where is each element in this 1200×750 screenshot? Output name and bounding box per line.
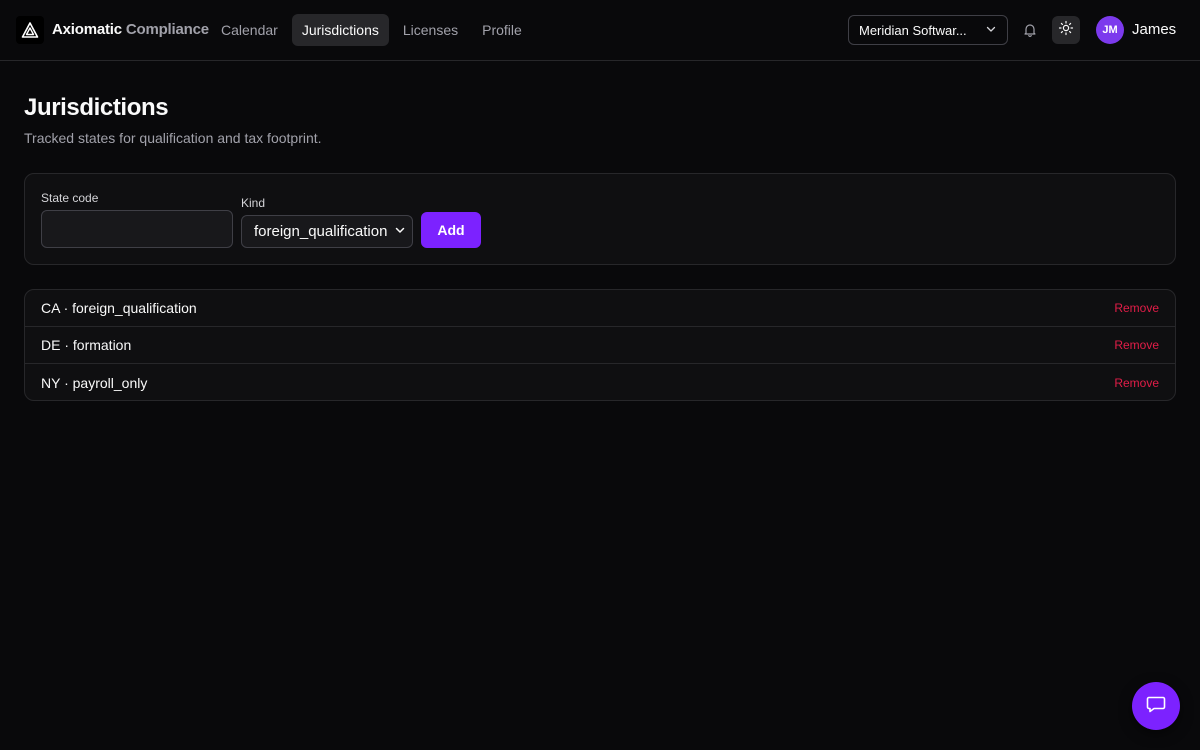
sun-icon (1058, 20, 1074, 41)
avatar[interactable]: JM (1096, 16, 1124, 44)
list-item: NY · payroll_only Remove (25, 364, 1175, 400)
organization-select-value: Meridian Softwar... (859, 22, 967, 38)
nav-profile[interactable]: Profile (472, 14, 532, 46)
kind-select-value: foreign_qualification (254, 223, 388, 240)
remove-button[interactable]: Remove (1114, 301, 1159, 315)
nav-calendar[interactable]: Calendar (211, 14, 288, 46)
chat-bubble-icon (1145, 693, 1167, 720)
organization-select[interactable]: Meridian Softwar... (848, 15, 1008, 45)
jurisdiction-label: CA · foreign_qualification (41, 300, 197, 316)
chat-button[interactable] (1132, 682, 1180, 730)
remove-button[interactable]: Remove (1114, 338, 1159, 352)
chevron-down-icon (985, 23, 997, 38)
remove-button[interactable]: Remove (1114, 376, 1159, 390)
add-jurisdiction-form: State code Kind foreign_qualification Ad… (24, 173, 1176, 265)
jurisdiction-label: DE · formation (41, 337, 132, 353)
main-nav: Calendar Jurisdictions Licenses Profile (211, 14, 532, 46)
brand-primary: Axiomatic (52, 21, 122, 38)
state-code-label: State code (41, 191, 99, 205)
list-item: DE · formation Remove (25, 327, 1175, 364)
chevron-down-icon (394, 223, 406, 240)
kind-select[interactable]: foreign_qualification (241, 215, 413, 248)
brand-secondary: Compliance (125, 21, 209, 38)
nav-jurisdictions[interactable]: Jurisdictions (291, 14, 389, 46)
jurisdiction-list: CA · foreign_qualification Remove DE · f… (24, 289, 1176, 401)
top-navigation-bar: Axiomatic Compliance Calendar Jurisdicti… (0, 0, 1200, 61)
kind-label: Kind (241, 196, 266, 210)
bell-icon[interactable] (1018, 18, 1042, 42)
triangle-logo-icon[interactable] (16, 16, 44, 44)
page-title: Jurisdictions (24, 94, 169, 121)
jurisdiction-label: NY · payroll_only (41, 374, 148, 391)
add-button[interactable]: Add (421, 212, 481, 248)
nav-licenses[interactable]: Licenses (393, 14, 468, 46)
brand-name[interactable]: Axiomatic Compliance (52, 21, 209, 38)
user-name[interactable]: James (1132, 21, 1176, 38)
list-item: CA · foreign_qualification Remove (25, 290, 1175, 327)
state-code-input[interactable] (41, 210, 233, 248)
page-subtitle: Tracked states for qualification and tax… (24, 130, 322, 146)
theme-toggle-button[interactable] (1052, 16, 1080, 44)
